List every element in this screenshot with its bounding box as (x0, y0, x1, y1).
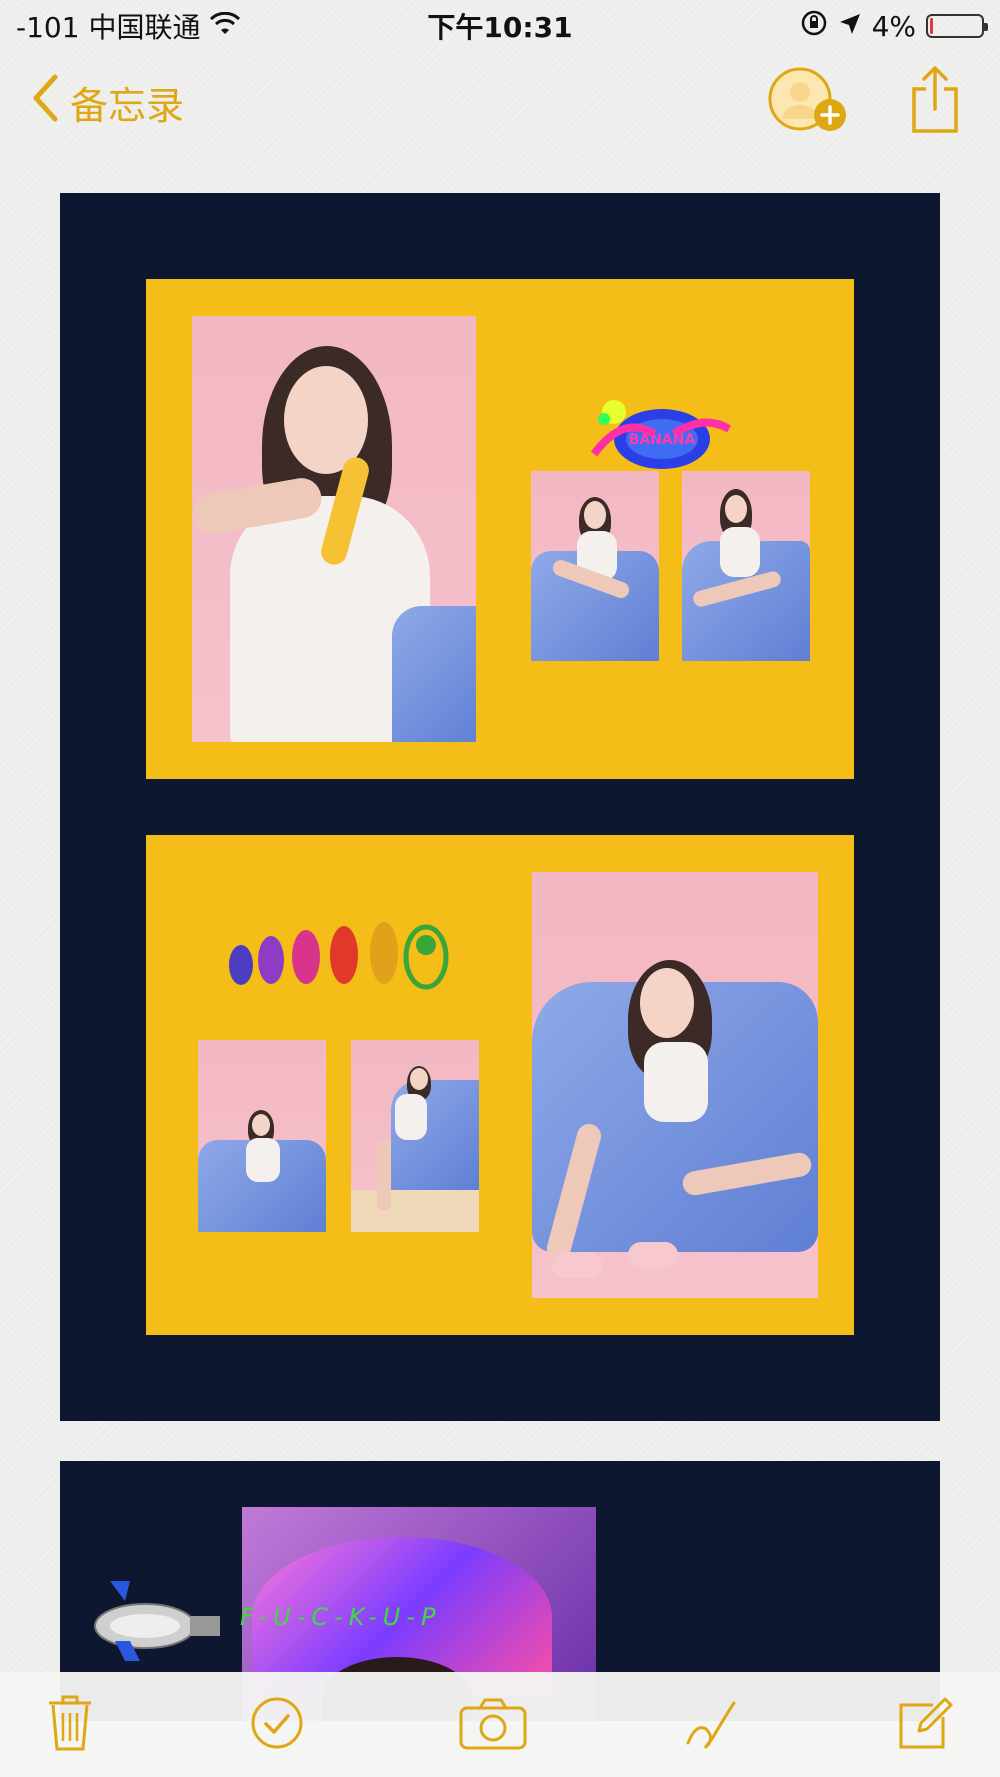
photo-banana-portrait (192, 316, 476, 742)
status-left: -101 中国联通 (16, 6, 241, 46)
compose-icon (895, 1697, 955, 1757)
face (725, 495, 747, 523)
banana-sticker: BANANA (584, 394, 734, 469)
chevron-left-icon (30, 73, 60, 132)
photo-small-4 (351, 1040, 479, 1232)
white-top (395, 1094, 427, 1140)
image-panel-1[interactable]: BANANA (60, 193, 940, 1421)
white-top (720, 527, 760, 577)
back-label: 备忘录 (70, 83, 185, 128)
bottom-toolbar (0, 1672, 1000, 1777)
checklist-icon (249, 1697, 305, 1755)
photo-small-2 (682, 471, 810, 661)
battery-fill (930, 18, 933, 34)
status-bar: -101 中国联通 下午10:31 4% (0, 0, 1000, 52)
status-time: 下午10:31 (427, 11, 573, 44)
battery-icon (926, 14, 988, 38)
laser-text: F-U-C-K-U-P (240, 1603, 442, 1631)
add-people-button[interactable] (766, 65, 850, 139)
rotation-lock-icon (800, 9, 828, 44)
share-icon (910, 65, 960, 139)
face (410, 1068, 428, 1090)
trash-icon (45, 1695, 95, 1757)
delete-button[interactable] (45, 1693, 95, 1757)
white-top (644, 1042, 708, 1122)
location-icon (838, 10, 862, 43)
white-top (246, 1138, 280, 1182)
camera-icon (458, 1698, 528, 1754)
face (252, 1114, 270, 1136)
carrier-label: -101 中国联通 (16, 11, 201, 44)
floor (351, 1190, 479, 1232)
status-right: 4% (800, 9, 988, 44)
svg-text:BANANA: BANANA (629, 432, 696, 448)
evolution-sticker (226, 915, 456, 995)
yellow-card-2 (146, 835, 854, 1335)
checklist-button[interactable] (249, 1695, 305, 1755)
leg (377, 1140, 391, 1210)
sketch-button[interactable] (682, 1693, 742, 1757)
slipper (628, 1242, 678, 1268)
battery-percent: 4% (871, 9, 916, 43)
face (584, 501, 606, 529)
nav-bar: 备忘录 (0, 52, 1000, 152)
photo-blue-paper-portrait (532, 872, 818, 1298)
face (640, 968, 694, 1038)
compose-button[interactable] (895, 1693, 955, 1757)
wifi-icon (210, 10, 241, 43)
share-button[interactable] (910, 65, 960, 139)
ray-gun-sticker (90, 1571, 230, 1661)
back-button[interactable]: 备忘录 (30, 73, 184, 132)
slipper (552, 1252, 602, 1278)
sketch-icon (682, 1701, 742, 1757)
nav-actions (766, 65, 960, 139)
photo-small-3 (198, 1040, 326, 1232)
blue-paper (392, 606, 476, 742)
camera-button[interactable] (458, 1696, 528, 1754)
add-person-icon (766, 65, 850, 139)
yellow-card-1: BANANA (146, 279, 854, 779)
photo-small-1 (531, 471, 659, 661)
